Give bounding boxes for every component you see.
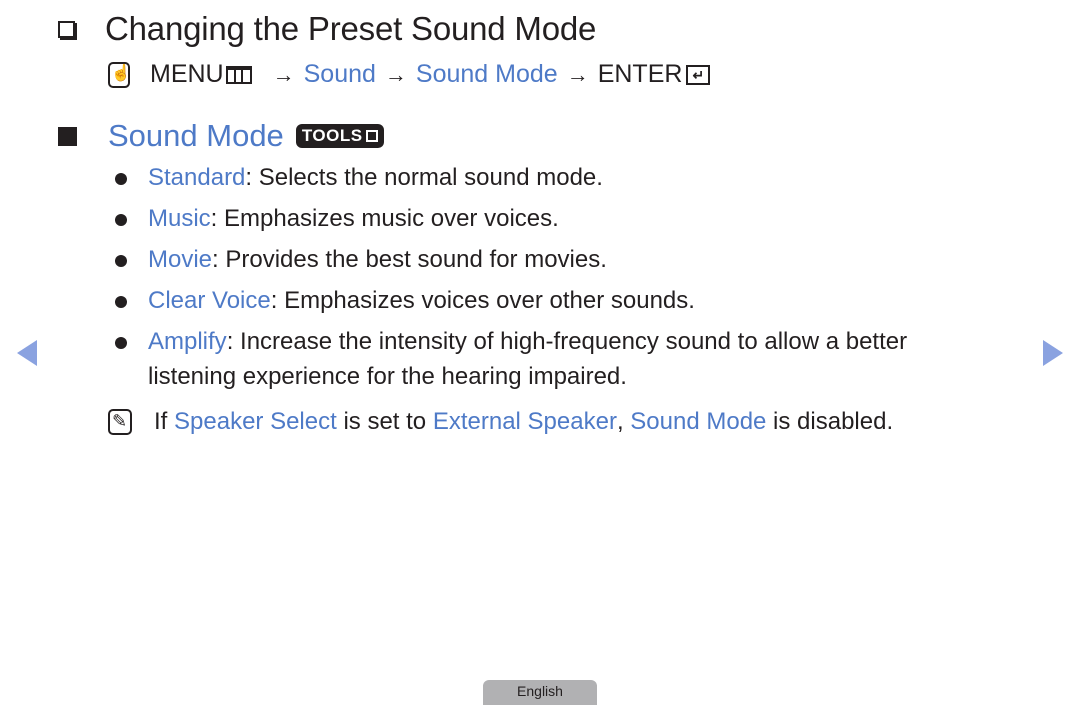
- term-clear-voice[interactable]: Clear Voice: [148, 287, 271, 314]
- section-title: Sound Mode: [108, 118, 284, 153]
- page-title: Changing the Preset Sound Mode: [105, 10, 597, 47]
- menu-bars-icon: [225, 65, 252, 84]
- desc: : Emphasizes music over voices.: [210, 205, 559, 232]
- list-item: Clear Voice: Emphasizes voices over othe…: [112, 283, 972, 318]
- term-external-speaker[interactable]: External Speaker: [433, 408, 617, 436]
- tools-icon: [365, 130, 378, 142]
- term-sound-mode[interactable]: Sound Mode: [630, 408, 766, 436]
- list-item: Movie: Provides the best sound for movie…: [112, 242, 972, 277]
- triangle-right-icon[interactable]: [1043, 340, 1063, 366]
- triangle-left-icon[interactable]: [17, 340, 37, 366]
- note-pencil-icon: [108, 409, 132, 435]
- term-music[interactable]: Music: [148, 205, 211, 232]
- arrow-icon: →: [272, 61, 295, 87]
- section-header: Sound Mode TOOLS: [58, 118, 384, 154]
- arrow-icon: →: [384, 61, 407, 87]
- checkbox-square-icon: [58, 20, 75, 38]
- menu-step-sound[interactable]: Sound: [304, 60, 376, 89]
- term-amplify[interactable]: Amplify: [148, 328, 227, 355]
- enter-label: ENTER: [597, 60, 683, 88]
- list-item: Music: Emphasizes music over voices.: [112, 201, 972, 236]
- title-row: Changing the Preset Sound Mode: [58, 10, 596, 48]
- note: If Speaker Select is set to External Spe…: [108, 408, 893, 436]
- enter-icon: ↵: [686, 64, 711, 85]
- desc: : Emphasizes voices over other sounds.: [270, 287, 695, 314]
- desc: : Provides the best sound for movies.: [212, 246, 607, 273]
- list-item: Standard: Selects the normal sound mode.: [112, 160, 972, 195]
- menu-label: MENU: [150, 60, 224, 88]
- tools-badge: TOOLS: [295, 124, 384, 148]
- desc: : Selects the normal sound mode.: [245, 164, 603, 191]
- term-standard[interactable]: Standard: [148, 164, 245, 191]
- tools-label: TOOLS: [301, 126, 363, 145]
- menu-path: MENU → Sound → Sound Mode → ENTER ↵: [108, 60, 711, 89]
- sound-mode-list: Standard: Selects the normal sound mode.…: [112, 160, 972, 400]
- note-comma: ,: [616, 408, 631, 435]
- note-mid: is set to: [336, 408, 433, 435]
- desc: : Increase the intensity of high-frequen…: [148, 328, 908, 390]
- language-tab[interactable]: English: [483, 680, 597, 705]
- menu-step-sound-mode[interactable]: Sound Mode: [416, 60, 558, 89]
- term-speaker-select[interactable]: Speaker Select: [174, 408, 337, 436]
- list-item: Amplify: Increase the intensity of high-…: [112, 324, 972, 394]
- term-movie[interactable]: Movie: [148, 246, 212, 273]
- note-prefix: If: [154, 408, 168, 435]
- note-suffix: is disabled.: [766, 408, 894, 435]
- section-square-icon: [58, 126, 77, 146]
- remote-hand-icon: [108, 61, 131, 88]
- arrow-icon: →: [566, 61, 589, 87]
